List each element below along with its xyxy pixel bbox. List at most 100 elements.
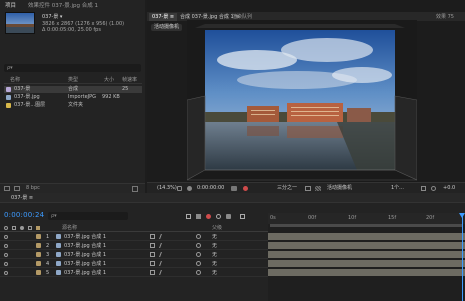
parent-dropdown[interactable]: 无 xyxy=(212,269,217,277)
draft-3d-icon[interactable] xyxy=(196,214,201,219)
collapse-switch-icon[interactable] xyxy=(150,252,155,257)
graph-editor-icon[interactable] xyxy=(240,214,245,219)
time-ruler[interactable]: 0s 00f 10f 15f 20f xyxy=(268,213,465,224)
project-search-input[interactable]: ρ▾ xyxy=(4,64,141,72)
layer-label-color[interactable] xyxy=(36,243,41,248)
layer-label-color[interactable] xyxy=(36,252,41,257)
fit-icon[interactable] xyxy=(177,186,182,191)
layer-row[interactable]: 5 037-景.jpg 合成 1 无 xyxy=(0,269,268,277)
eye-icon[interactable] xyxy=(4,253,8,257)
zoom-dropdown[interactable]: (14.3%) xyxy=(157,185,177,192)
frame-blending-icon[interactable] xyxy=(216,214,221,219)
transparency-grid-icon[interactable] xyxy=(315,186,321,191)
mask-icon[interactable] xyxy=(187,186,192,191)
eye-icon[interactable] xyxy=(4,226,8,230)
fast-previews-icon[interactable] xyxy=(431,186,436,191)
camera-view-dropdown[interactable]: 活动摄像机 xyxy=(327,185,352,192)
label-icon[interactable] xyxy=(36,226,40,230)
exposure-value[interactable]: +0.0 xyxy=(443,185,455,192)
quality-switch-icon[interactable] xyxy=(159,252,166,257)
layer-duration-bar[interactable] xyxy=(268,269,465,276)
column-source-name[interactable]: 源名称 xyxy=(62,224,77,232)
quality-switch-icon[interactable] xyxy=(159,243,166,248)
effects-label[interactable]: 效果 75 xyxy=(433,13,457,21)
effect-controls-tab[interactable]: 效果控件 037-景.jpg 合成 1 xyxy=(28,2,98,10)
parent-pickwhip-icon[interactable] xyxy=(196,234,201,239)
ruler-label: 20f xyxy=(426,215,435,221)
eye-icon[interactable] xyxy=(4,271,8,275)
resolution-dropdown[interactable]: 三分之一 xyxy=(277,185,297,192)
collapse-switch-icon[interactable] xyxy=(150,243,155,248)
layer-duration-bar[interactable] xyxy=(268,242,465,249)
layer-duration-bar[interactable] xyxy=(268,233,465,240)
active-camera-label[interactable]: 活动摄像机 xyxy=(151,24,183,31)
layer-row[interactable]: 2 037-景.jpg 合成 1 无 xyxy=(0,242,268,250)
quality-switch-icon[interactable] xyxy=(159,234,166,239)
layer-duration-bar[interactable] xyxy=(268,251,465,258)
eye-icon[interactable] xyxy=(4,244,8,248)
column-fps[interactable]: 帧速率 xyxy=(122,76,137,84)
project-item-row[interactable]: 037-景...图层 文件夹 xyxy=(4,102,142,109)
column-name[interactable]: 名称 xyxy=(10,76,20,84)
eye-icon[interactable] xyxy=(4,235,8,239)
parent-dropdown[interactable]: 无 xyxy=(212,242,217,250)
toggle-pixel-aspect-icon[interactable] xyxy=(421,186,426,191)
new-folder-icon[interactable] xyxy=(14,186,20,191)
item-name: 037-景...图层 xyxy=(14,102,46,108)
layer-row[interactable]: 1 037-景.jpg 合成 1 无 xyxy=(0,233,268,241)
viewer-timecode[interactable]: 0:00:00:00 xyxy=(197,185,224,192)
delete-icon[interactable] xyxy=(132,186,138,192)
parent-dropdown[interactable]: 无 xyxy=(212,233,217,241)
timeline-track-area[interactable]: 0s 00f 10f 15f 20f xyxy=(268,213,465,301)
parent-pickwhip-icon[interactable] xyxy=(196,270,201,275)
comp-mini-flowchart-icon[interactable] xyxy=(186,214,191,219)
layer-number: 4 xyxy=(46,261,50,267)
parent-pickwhip-icon[interactable] xyxy=(196,243,201,248)
quality-switch-icon[interactable] xyxy=(159,270,166,275)
layer-row[interactable]: 3 037-景.jpg 合成 1 无 xyxy=(0,251,268,259)
comp-viewer[interactable] xyxy=(187,20,417,182)
eye-icon[interactable] xyxy=(4,262,8,266)
comp-layer-icon xyxy=(56,252,61,257)
layer-label-color[interactable] xyxy=(36,261,41,266)
solo-icon[interactable] xyxy=(20,226,24,230)
project-item-row[interactable]: 037-景 合成 25 xyxy=(4,86,142,93)
search-icon: ρ▾ xyxy=(7,65,13,71)
layer-search-input[interactable]: ρ▾ xyxy=(48,212,128,220)
project-tab[interactable]: 项目 xyxy=(2,2,19,10)
interpret-footage-icon[interactable] xyxy=(4,186,10,191)
tab-comp-main[interactable]: 037-景 ≡ xyxy=(149,13,178,21)
column-size[interactable]: 大小 xyxy=(104,76,114,84)
layer-label-color[interactable] xyxy=(36,234,41,239)
collapse-switch-icon[interactable] xyxy=(150,261,155,266)
playhead-handle-icon[interactable] xyxy=(459,213,465,218)
layer-row[interactable]: 4 037-景.jpg 合成 1 无 xyxy=(0,260,268,268)
layer-label-color[interactable] xyxy=(36,270,41,275)
column-type[interactable]: 类型 xyxy=(68,76,78,84)
asset-thumbnail xyxy=(5,12,35,34)
current-time-display[interactable]: 0:00:00:24 xyxy=(4,211,44,219)
camera-snapshot-icon[interactable] xyxy=(231,186,237,191)
layer-duration-bar[interactable] xyxy=(268,260,465,267)
shy-layers-icon[interactable] xyxy=(206,214,211,219)
asset-name[interactable]: 037-景 ▾ xyxy=(42,14,62,20)
audio-icon[interactable] xyxy=(12,226,16,230)
parent-pickwhip-icon[interactable] xyxy=(196,252,201,257)
parent-dropdown[interactable]: 无 xyxy=(212,260,217,268)
view-layout-dropdown[interactable]: 1个... xyxy=(391,185,404,192)
parent-pickwhip-icon[interactable] xyxy=(196,261,201,266)
region-of-interest-icon[interactable] xyxy=(305,186,311,191)
playhead-line[interactable] xyxy=(462,213,463,301)
parent-dropdown[interactable]: 无 xyxy=(212,251,217,259)
collapse-switch-icon[interactable] xyxy=(150,234,155,239)
column-parent[interactable]: 父级 xyxy=(212,224,222,232)
show-channel-icon[interactable] xyxy=(243,186,248,191)
project-item-row[interactable]: 037-景.jpg ImporteJPG 992 KB xyxy=(4,94,142,101)
lock-icon[interactable] xyxy=(28,226,32,230)
motion-blur-icon[interactable] xyxy=(226,214,231,219)
quality-switch-icon[interactable] xyxy=(159,261,166,266)
work-area-bar[interactable] xyxy=(270,224,463,227)
tab-timeline-comp[interactable]: 037-景 ≡ xyxy=(8,194,36,202)
bit-depth-label[interactable]: 8 bpc xyxy=(26,185,40,191)
collapse-switch-icon[interactable] xyxy=(150,270,155,275)
